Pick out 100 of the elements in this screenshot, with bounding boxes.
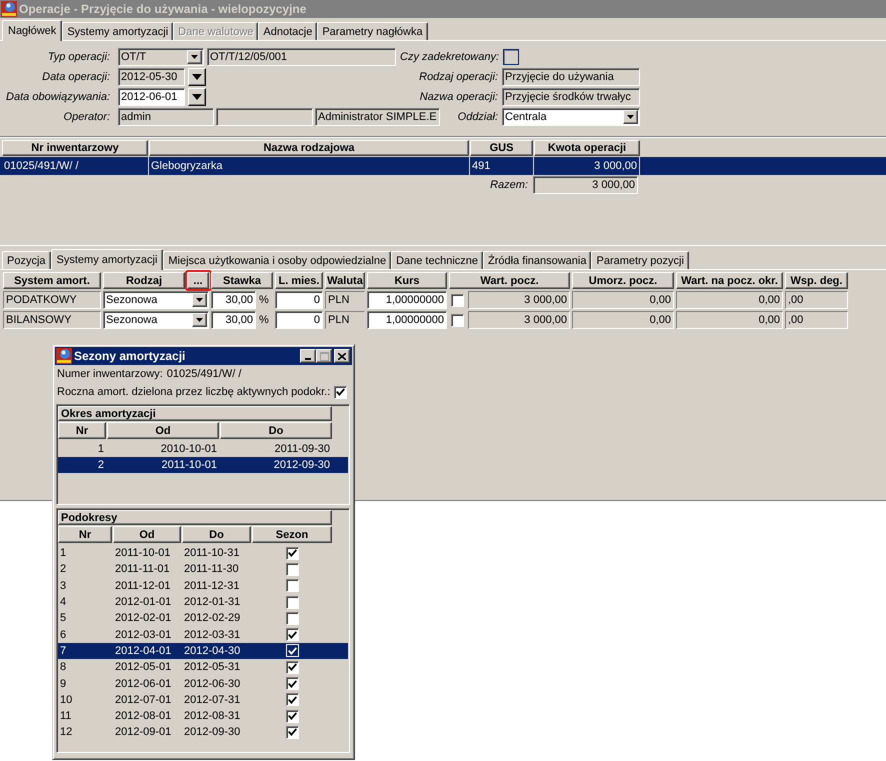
checkbox[interactable] xyxy=(503,49,520,65)
dropdown-field[interactable]: Sezonowa xyxy=(103,291,209,309)
tab[interactable]: Źródła finansowania xyxy=(483,251,592,269)
list-row[interactable]: 9 2012-06-01 2012-06-30 xyxy=(58,675,348,692)
checkbox[interactable] xyxy=(286,710,298,723)
list-cell-text: 2011-11-01 xyxy=(114,563,171,576)
list-row[interactable]: 2 2011-10-01 2012-09-30 xyxy=(58,457,348,473)
months-field[interactable]: 0 xyxy=(275,291,323,309)
column-header[interactable]: Wart. pocz. xyxy=(449,272,570,289)
column-header[interactable]: Kwota operacji xyxy=(534,140,640,156)
list-row[interactable]: 1 2010-10-01 2011-09-30 xyxy=(58,441,348,457)
column-header[interactable]: Stawka xyxy=(211,272,273,289)
text-field[interactable] xyxy=(216,108,313,126)
column-header[interactable]: Od xyxy=(113,526,181,543)
checkbox[interactable] xyxy=(286,546,298,560)
list-row[interactable]: 6 2012-03-01 2012-03-31 xyxy=(58,626,348,643)
checkbox[interactable] xyxy=(451,314,464,326)
column-header[interactable]: Nr xyxy=(58,422,106,439)
list-row[interactable]: 8 2012-05-01 2012-05-31 xyxy=(58,659,348,676)
date-field[interactable]: 2012-05-30 xyxy=(118,68,185,86)
dropdown-button[interactable] xyxy=(192,293,207,307)
dropdown-field[interactable]: Centrala xyxy=(502,108,640,126)
column-header[interactable]: Do xyxy=(182,526,251,543)
text-field[interactable]: admin xyxy=(118,108,214,126)
checkbox[interactable] xyxy=(451,294,464,306)
field-label: Rodzaj operacji: xyxy=(418,71,499,83)
list-cell-text: 2012-05-31 xyxy=(183,661,242,674)
column-header[interactable]: L. mies. xyxy=(275,272,323,289)
checkbox[interactable] xyxy=(286,660,298,674)
window-title: Operacje - Przyjęcie do używania - wielopozycyjne xyxy=(19,2,306,16)
tab[interactable]: Parametry pozycji xyxy=(591,251,689,269)
text-field[interactable]: Administrator SIMPLE.E xyxy=(315,108,440,126)
list-row[interactable]: 3 2011-12-01 2011-12-31 xyxy=(58,578,348,594)
tab[interactable]: Miejsca użytkowania i osoby odpowiedzialne xyxy=(163,251,392,269)
list-row[interactable]: 4 2012-01-01 2012-01-31 xyxy=(58,594,348,610)
column-header[interactable]: Sezon xyxy=(252,526,332,543)
column-header[interactable]: Nazwa rodzajowa xyxy=(149,140,469,156)
rate-field[interactable]: 30,00 xyxy=(211,311,256,329)
checkbox[interactable] xyxy=(286,693,298,706)
list-row[interactable]: 1 2011-10-01 2011-10-31 xyxy=(58,545,348,562)
column-header[interactable]: Od xyxy=(107,422,219,439)
checkbox[interactable] xyxy=(286,562,298,576)
column-header[interactable]: Nr inwentarzowy xyxy=(2,140,148,156)
text-field[interactable]: Przyjęcie środków trwałyc xyxy=(502,88,640,106)
list-cell-text: 2012-03-01 xyxy=(114,628,172,641)
dropdown-button[interactable] xyxy=(188,68,206,86)
checkbox[interactable] xyxy=(286,579,298,592)
minimize-button[interactable] xyxy=(300,349,316,363)
column-header[interactable]: Wart. na pocz. okr. xyxy=(676,272,783,289)
tab[interactable]: Parametry nagłówka xyxy=(317,22,428,40)
rate-field[interactable]: 30,00 xyxy=(211,291,256,309)
dropdown-button[interactable] xyxy=(192,313,207,327)
dropdown-button[interactable] xyxy=(623,110,638,124)
list-row[interactable]: 2 2011-11-01 2011-11-30 xyxy=(58,561,348,578)
list-cell-text: 2012-05-01 xyxy=(114,661,172,674)
maximize-icon xyxy=(320,352,328,360)
column-header[interactable]: Nr xyxy=(58,526,112,543)
tab[interactable]: Nagłówek xyxy=(2,20,62,41)
column-header[interactable]: GUS xyxy=(470,140,533,156)
months-field[interactable]: 0 xyxy=(275,311,323,329)
tab[interactable]: Systemy amortyzacji xyxy=(50,249,164,270)
checkbox[interactable] xyxy=(286,677,298,690)
tab[interactable]: Systemy amortyzacji xyxy=(62,22,174,40)
list-cell-text: 2012-02-01 xyxy=(114,612,172,624)
list-cell-text: 2010-10-01 xyxy=(160,443,218,455)
checkbox[interactable] xyxy=(286,726,298,739)
dropdown-field[interactable]: Sezonowa xyxy=(103,311,209,329)
checkbox[interactable] xyxy=(286,596,298,609)
dropdown-button[interactable] xyxy=(188,88,206,106)
text-field[interactable]: OT/T/12/05/001 xyxy=(207,48,396,66)
checkbox[interactable] xyxy=(334,386,348,398)
column-header[interactable]: Kurs xyxy=(367,272,447,289)
list-row[interactable]: 11 2012-08-01 2012-08-31 xyxy=(58,708,348,724)
column-header[interactable]: Umorz. pocz. xyxy=(572,272,674,289)
column-header[interactable]: System amort. xyxy=(3,272,101,289)
list-row[interactable]: 7 2012-04-01 2012-04-30 xyxy=(58,642,348,660)
column-header[interactable]: Wsp. deg. xyxy=(785,272,848,289)
checkbox[interactable] xyxy=(286,628,298,642)
dialog-title: Sezony amortyzacji xyxy=(74,349,186,363)
field-label: Typ operacji: xyxy=(46,51,111,63)
tab[interactable]: Adnotacje xyxy=(258,22,318,40)
tab[interactable]: Dane techniczne xyxy=(391,251,484,269)
text-field[interactable]: Przyjęcie do używania xyxy=(502,68,640,86)
list-row[interactable]: 10 2012-07-01 2012-07-31 xyxy=(58,692,348,708)
exchange-rate-field[interactable]: 1,00000000 xyxy=(367,311,447,329)
list-row[interactable]: 5 2012-02-01 2012-02-29 xyxy=(58,610,348,626)
close-button[interactable] xyxy=(334,349,350,363)
dropdown-button[interactable] xyxy=(187,50,202,64)
list-row[interactable]: 12 2012-09-01 2012-09-30 xyxy=(58,724,348,741)
list-cell-text: 2012-09-30 xyxy=(272,459,331,471)
table-row[interactable]: 01025/491/W/ / Glebogryzarka 491 3 000,00 xyxy=(0,157,886,175)
date-field[interactable]: 2012-06-01 xyxy=(118,88,185,106)
column-header[interactable]: ... xyxy=(187,272,209,289)
column-header[interactable]: Do xyxy=(220,422,332,439)
checkbox[interactable] xyxy=(286,612,298,625)
column-header[interactable]: Rodzaj xyxy=(103,272,185,289)
exchange-rate-field[interactable]: 1,00000000 xyxy=(367,291,447,309)
dropdown-field[interactable]: OT/T xyxy=(118,48,204,66)
column-header[interactable]: Waluta xyxy=(325,272,365,289)
tab[interactable]: Pozycja xyxy=(2,251,51,269)
